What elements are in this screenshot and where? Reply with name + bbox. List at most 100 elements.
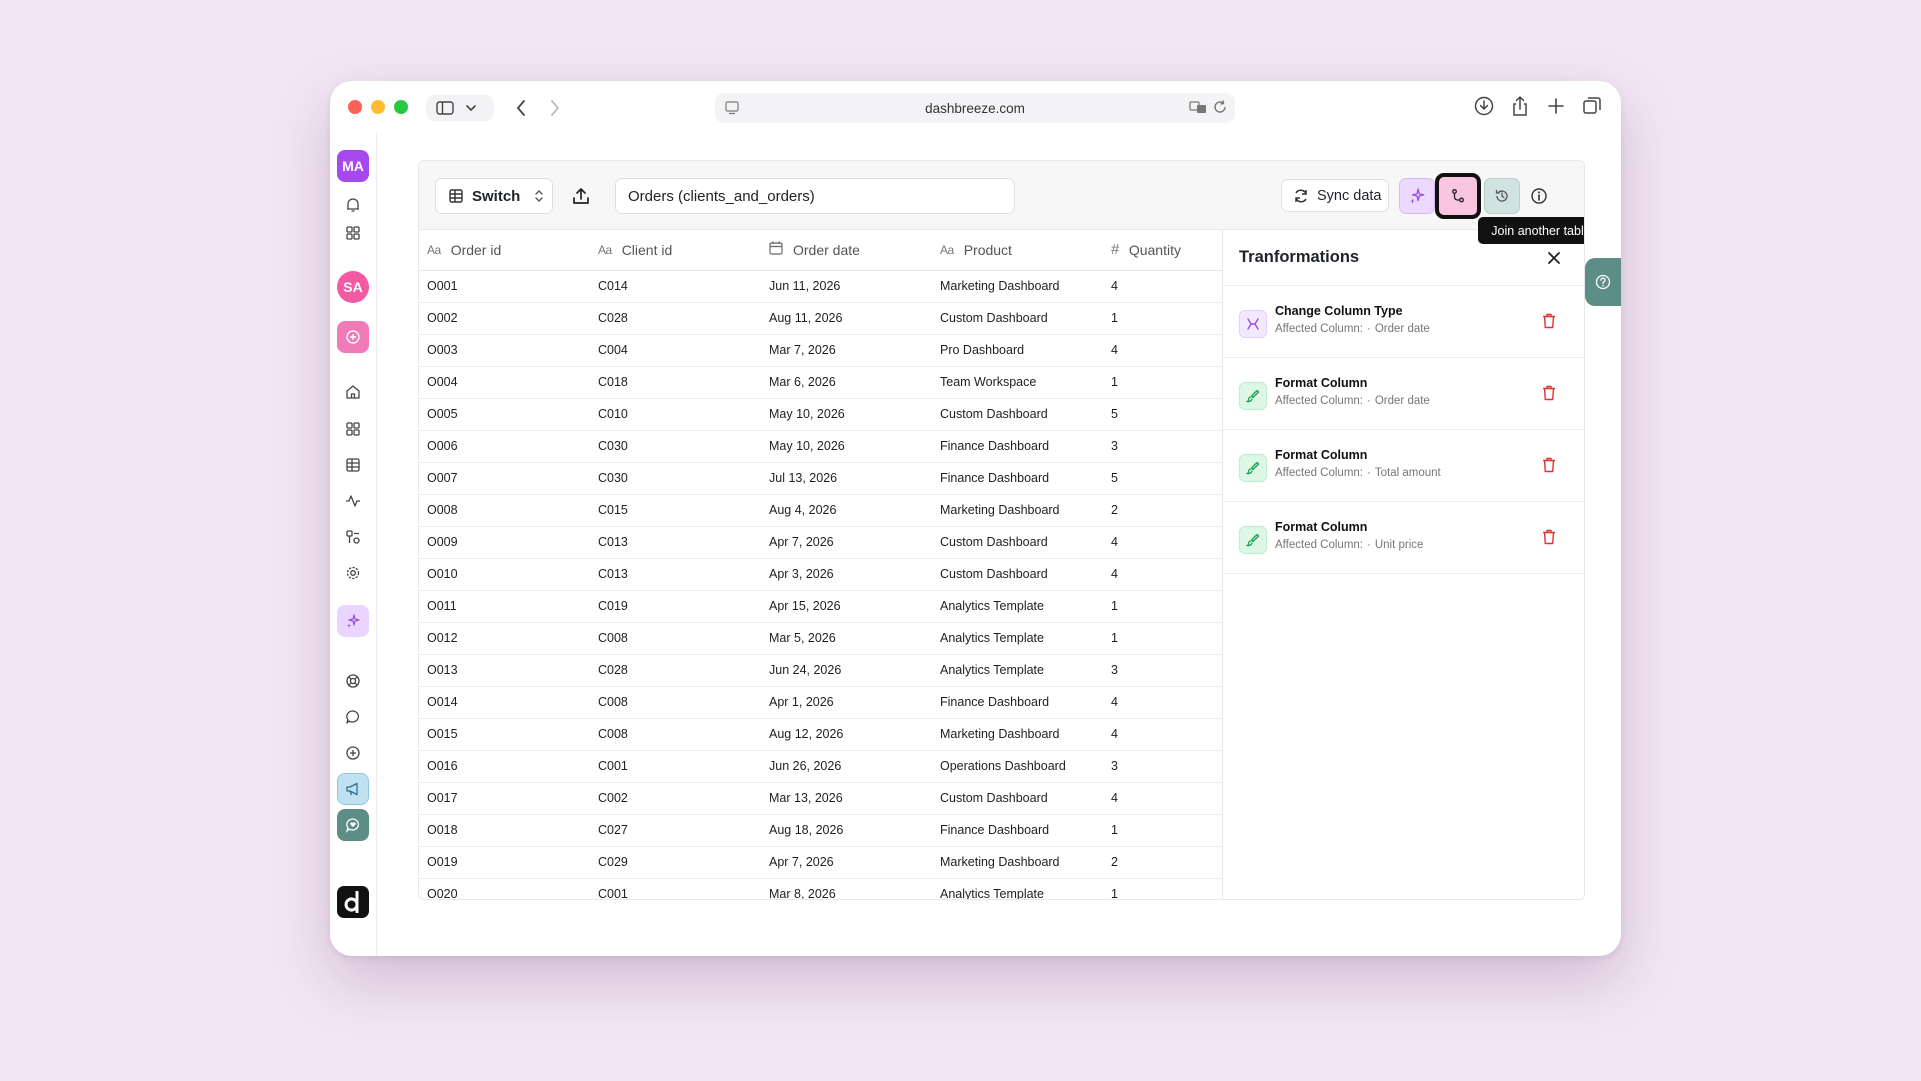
table-cell[interactable]: 1 xyxy=(1103,814,1222,847)
table-cell[interactable]: Analytics Template xyxy=(932,878,1103,899)
info-button[interactable] xyxy=(1526,183,1552,209)
close-window-button[interactable] xyxy=(348,100,362,114)
table-cell[interactable]: O001 xyxy=(419,270,590,303)
table-cell[interactable]: O006 xyxy=(419,430,590,463)
back-button[interactable] xyxy=(508,95,534,121)
settings-button[interactable] xyxy=(337,557,369,589)
table-cell[interactable]: Custom Dashboard xyxy=(932,302,1103,335)
table-cell[interactable]: Team Workspace xyxy=(932,366,1103,399)
table-cell[interactable]: O017 xyxy=(419,782,590,815)
table-cell[interactable]: O016 xyxy=(419,750,590,783)
table-cell[interactable]: 1 xyxy=(1103,622,1222,655)
delete-transformation-button[interactable] xyxy=(1542,529,1560,547)
table-cell[interactable]: C018 xyxy=(590,366,761,399)
table-cell[interactable]: Analytics Template xyxy=(932,654,1103,687)
column-header[interactable]: Aa Client id xyxy=(590,230,761,271)
sidebar-toggle-button[interactable] xyxy=(426,95,494,121)
table-cell[interactable]: C008 xyxy=(590,718,761,751)
activity-button[interactable] xyxy=(337,485,369,517)
table-cell[interactable]: Analytics Template xyxy=(932,590,1103,623)
feedback-button[interactable] xyxy=(337,809,369,841)
tabs-overview-icon[interactable] xyxy=(1581,95,1603,117)
table-cell[interactable]: O009 xyxy=(419,526,590,559)
table-name-input[interactable]: Orders (clients_and_orders) xyxy=(615,178,1015,214)
table-row[interactable]: O001 C014 Jun 11, 2026 Marketing Dashboard 4 xyxy=(419,270,1222,303)
table-cell[interactable]: Finance Dashboard xyxy=(932,462,1103,495)
table-cell[interactable]: Operations Dashboard xyxy=(932,750,1103,783)
table-cell[interactable]: C004 xyxy=(590,334,761,367)
table-cell[interactable]: O012 xyxy=(419,622,590,655)
table-cell[interactable]: Jun 26, 2026 xyxy=(761,750,932,783)
table-row[interactable]: O004 C018 Mar 6, 2026 Team Workspace 1 xyxy=(419,366,1222,399)
table-cell[interactable]: 5 xyxy=(1103,398,1222,431)
table-cell[interactable]: 4 xyxy=(1103,558,1222,591)
table-row[interactable]: O015 C008 Aug 12, 2026 Marketing Dashboard 4 xyxy=(419,718,1222,751)
table-cell[interactable]: O005 xyxy=(419,398,590,431)
transformation-item[interactable]: Format Column Affected Column: · Unit price xyxy=(1223,502,1584,574)
table-cell[interactable]: O013 xyxy=(419,654,590,687)
table-cell[interactable]: C001 xyxy=(590,878,761,899)
table-row[interactable]: O005 C010 May 10, 2026 Custom Dashboard 5 xyxy=(419,398,1222,431)
table-cell[interactable]: 4 xyxy=(1103,334,1222,367)
table-cell[interactable]: C013 xyxy=(590,558,761,591)
table-cell[interactable]: Finance Dashboard xyxy=(932,814,1103,847)
table-cell[interactable]: 1 xyxy=(1103,590,1222,623)
apps-button[interactable] xyxy=(337,217,369,249)
table-cell[interactable]: C002 xyxy=(590,782,761,815)
table-cell[interactable]: Jun 24, 2026 xyxy=(761,654,932,687)
add-workspace-button[interactable] xyxy=(337,321,369,353)
table-row[interactable]: O006 C030 May 10, 2026 Finance Dashboard 3 xyxy=(419,430,1222,463)
table-cell[interactable]: Mar 7, 2026 xyxy=(761,334,932,367)
ai-assistant-button[interactable] xyxy=(337,605,369,637)
table-cell[interactable]: Custom Dashboard xyxy=(932,782,1103,815)
new-tab-icon[interactable] xyxy=(1545,95,1567,117)
table-cell[interactable]: C014 xyxy=(590,270,761,303)
sync-data-button[interactable]: Sync data xyxy=(1281,179,1389,212)
close-panel-button[interactable] xyxy=(1544,248,1564,268)
table-cell[interactable]: 3 xyxy=(1103,430,1222,463)
table-cell[interactable]: C001 xyxy=(590,750,761,783)
table-cell[interactable]: 3 xyxy=(1103,750,1222,783)
table-cell[interactable]: Aug 4, 2026 xyxy=(761,494,932,527)
tables-button[interactable] xyxy=(337,449,369,481)
table-cell[interactable]: O011 xyxy=(419,590,590,623)
table-cell[interactable]: Finance Dashboard xyxy=(932,430,1103,463)
table-cell[interactable]: C028 xyxy=(590,302,761,335)
table-cell[interactable]: Aug 12, 2026 xyxy=(761,718,932,751)
table-cell[interactable]: Marketing Dashboard xyxy=(932,494,1103,527)
table-cell[interactable]: C030 xyxy=(590,462,761,495)
translate-icon[interactable] xyxy=(1189,100,1207,114)
download-icon[interactable] xyxy=(1473,95,1495,117)
table-row[interactable]: O012 C008 Mar 5, 2026 Analytics Template 1 xyxy=(419,622,1222,655)
table-row[interactable]: O007 C030 Jul 13, 2026 Finance Dashboard 5 xyxy=(419,462,1222,495)
column-header[interactable]: Aa Product xyxy=(932,230,1103,271)
table-cell[interactable]: O019 xyxy=(419,846,590,879)
table-cell[interactable]: 2 xyxy=(1103,494,1222,527)
table-cell[interactable]: O018 xyxy=(419,814,590,847)
dashboards-button[interactable] xyxy=(337,413,369,445)
table-cell[interactable]: C010 xyxy=(590,398,761,431)
table-row[interactable]: O018 C027 Aug 18, 2026 Finance Dashboard 1 xyxy=(419,814,1222,847)
table-cell[interactable]: O010 xyxy=(419,558,590,591)
column-header[interactable]: Order date xyxy=(761,230,932,271)
transformation-item[interactable]: Format Column Affected Column: · Order date xyxy=(1223,358,1584,430)
table-cell[interactable]: Aug 18, 2026 xyxy=(761,814,932,847)
table-row[interactable]: O002 C028 Aug 11, 2026 Custom Dashboard 1 xyxy=(419,302,1222,335)
table-cell[interactable]: Analytics Template xyxy=(932,622,1103,655)
table-row[interactable]: O008 C015 Aug 4, 2026 Marketing Dashboard 2 xyxy=(419,494,1222,527)
table-cell[interactable]: C013 xyxy=(590,526,761,559)
join-table-button[interactable] xyxy=(1435,173,1481,219)
table-cell[interactable]: O003 xyxy=(419,334,590,367)
table-cell[interactable]: 2 xyxy=(1103,846,1222,879)
table-cell[interactable]: Mar 8, 2026 xyxy=(761,878,932,899)
table-cell[interactable]: O002 xyxy=(419,302,590,335)
minimize-window-button[interactable] xyxy=(371,100,385,114)
table-cell[interactable]: Apr 7, 2026 xyxy=(761,526,932,559)
table-row[interactable]: O014 C008 Apr 1, 2026 Finance Dashboard 4 xyxy=(419,686,1222,719)
table-cell[interactable]: O014 xyxy=(419,686,590,719)
table-cell[interactable]: C027 xyxy=(590,814,761,847)
table-row[interactable]: O010 C013 Apr 3, 2026 Custom Dashboard 4 xyxy=(419,558,1222,591)
table-cell[interactable]: O008 xyxy=(419,494,590,527)
table-row[interactable]: O003 C004 Mar 7, 2026 Pro Dashboard 4 xyxy=(419,334,1222,367)
delete-transformation-button[interactable] xyxy=(1542,313,1560,331)
